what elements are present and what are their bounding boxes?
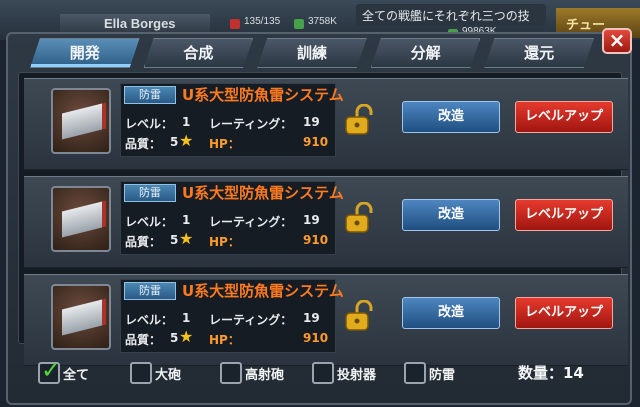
- modify-button[interactable]: 改造: [402, 199, 500, 231]
- level-up-button[interactable]: レベルアップ: [515, 297, 613, 329]
- hp-label: HP：: [209, 235, 240, 249]
- rating-value: 19: [303, 115, 320, 129]
- star-icon: ★: [179, 229, 194, 248]
- category-badge: 防雷: [124, 184, 176, 202]
- hp-label: HP：: [209, 333, 240, 347]
- tab-dismantle[interactable]: 分解: [371, 38, 481, 68]
- level-value: 1: [182, 213, 191, 227]
- rating-label: レーティング：: [209, 215, 293, 229]
- checkbox-all[interactable]: ✓: [38, 356, 61, 384]
- quality-value: 5: [170, 331, 179, 345]
- level-label: レベル：: [125, 215, 174, 229]
- level-label: レベル：: [125, 313, 174, 327]
- tab-training[interactable]: 訓練: [257, 38, 367, 68]
- unlock-icon[interactable]: [344, 202, 374, 234]
- checkbox-anti-air[interactable]: [220, 362, 242, 384]
- checkbox-torpedo-defense[interactable]: [404, 362, 426, 384]
- checkbox-cannon[interactable]: [130, 362, 152, 384]
- filter-cannon[interactable]: 大砲: [130, 360, 181, 386]
- filter-anti-air[interactable]: 高射砲: [220, 360, 284, 386]
- torpedo-defense-icon: [51, 284, 111, 350]
- check-icon: ✓: [41, 356, 62, 384]
- level-value: 1: [182, 115, 191, 129]
- hp-label: HP：: [209, 137, 240, 151]
- filter-torpedo-defense[interactable]: 防雷: [404, 360, 455, 386]
- close-button[interactable]: ×: [602, 28, 632, 54]
- hp-value: 910: [303, 233, 329, 247]
- tab-bar: 開発 合成 訓練 分解 還元: [30, 38, 598, 68]
- level-up-button[interactable]: レベルアップ: [515, 199, 613, 231]
- filter-all[interactable]: ✓ 全て: [38, 356, 90, 386]
- checkbox-projector[interactable]: [312, 362, 334, 384]
- rating-value: 19: [303, 311, 320, 325]
- rating-value: 19: [303, 213, 320, 227]
- quality-label: 品質：: [125, 235, 162, 249]
- filter-label: 投射器: [337, 367, 377, 383]
- category-badge: 防雷: [124, 282, 176, 300]
- news-ticker: 全ての戦艦にそれぞれ三つの技: [356, 4, 546, 26]
- star-icon: ★: [179, 131, 194, 150]
- equipment-card: 防雷 U系大型防魚雷システム レベル： 1 レーティング： 19 品質： 5 ★…: [24, 78, 628, 170]
- hp-value: 910: [303, 135, 329, 149]
- level-label: レベル：: [125, 117, 174, 131]
- filter-label: 防雷: [429, 367, 456, 383]
- modify-button[interactable]: 改造: [402, 297, 500, 329]
- torpedo-defense-icon: [51, 186, 111, 252]
- rating-label: レーティング：: [209, 117, 293, 131]
- quality-label: 品質：: [125, 137, 162, 151]
- equipment-card: 防雷 U系大型防魚雷システム レベル： 1 レーティング： 19 品質： 5 ★…: [24, 176, 628, 268]
- modify-button[interactable]: 改造: [402, 101, 500, 133]
- level-value: 1: [182, 311, 191, 325]
- rating-label: レーティング：: [209, 313, 293, 327]
- tab-restore[interactable]: 還元: [484, 38, 594, 68]
- category-badge: 防雷: [124, 86, 176, 104]
- quality-value: 5: [170, 233, 179, 247]
- star-icon: ★: [179, 327, 194, 346]
- equipment-name: U系大型防魚雷システム: [182, 86, 344, 104]
- hp-value: 910: [303, 331, 329, 345]
- filter-bar: ✓ 全て 大砲 高射砲 投射器 防雷 数量：14: [18, 352, 622, 396]
- unlock-icon[interactable]: [344, 300, 374, 332]
- level-up-button[interactable]: レベルアップ: [515, 101, 613, 133]
- tab-synthesize[interactable]: 合成: [144, 38, 254, 68]
- filter-label: 高射砲: [245, 367, 285, 383]
- tab-develop[interactable]: 開発: [30, 38, 140, 68]
- filter-label: 大砲: [155, 367, 182, 383]
- item-count: 数量：14: [518, 364, 584, 382]
- equipment-name: U系大型防魚雷システム: [182, 184, 344, 202]
- filter-projector[interactable]: 投射器: [312, 360, 376, 386]
- quality-label: 品質：: [125, 333, 162, 347]
- equipment-name: U系大型防魚雷システム: [182, 282, 344, 300]
- torpedo-defense-icon: [51, 88, 111, 154]
- filter-label: 全て: [63, 367, 90, 383]
- unlock-icon[interactable]: [344, 104, 374, 136]
- quality-value: 5: [170, 135, 179, 149]
